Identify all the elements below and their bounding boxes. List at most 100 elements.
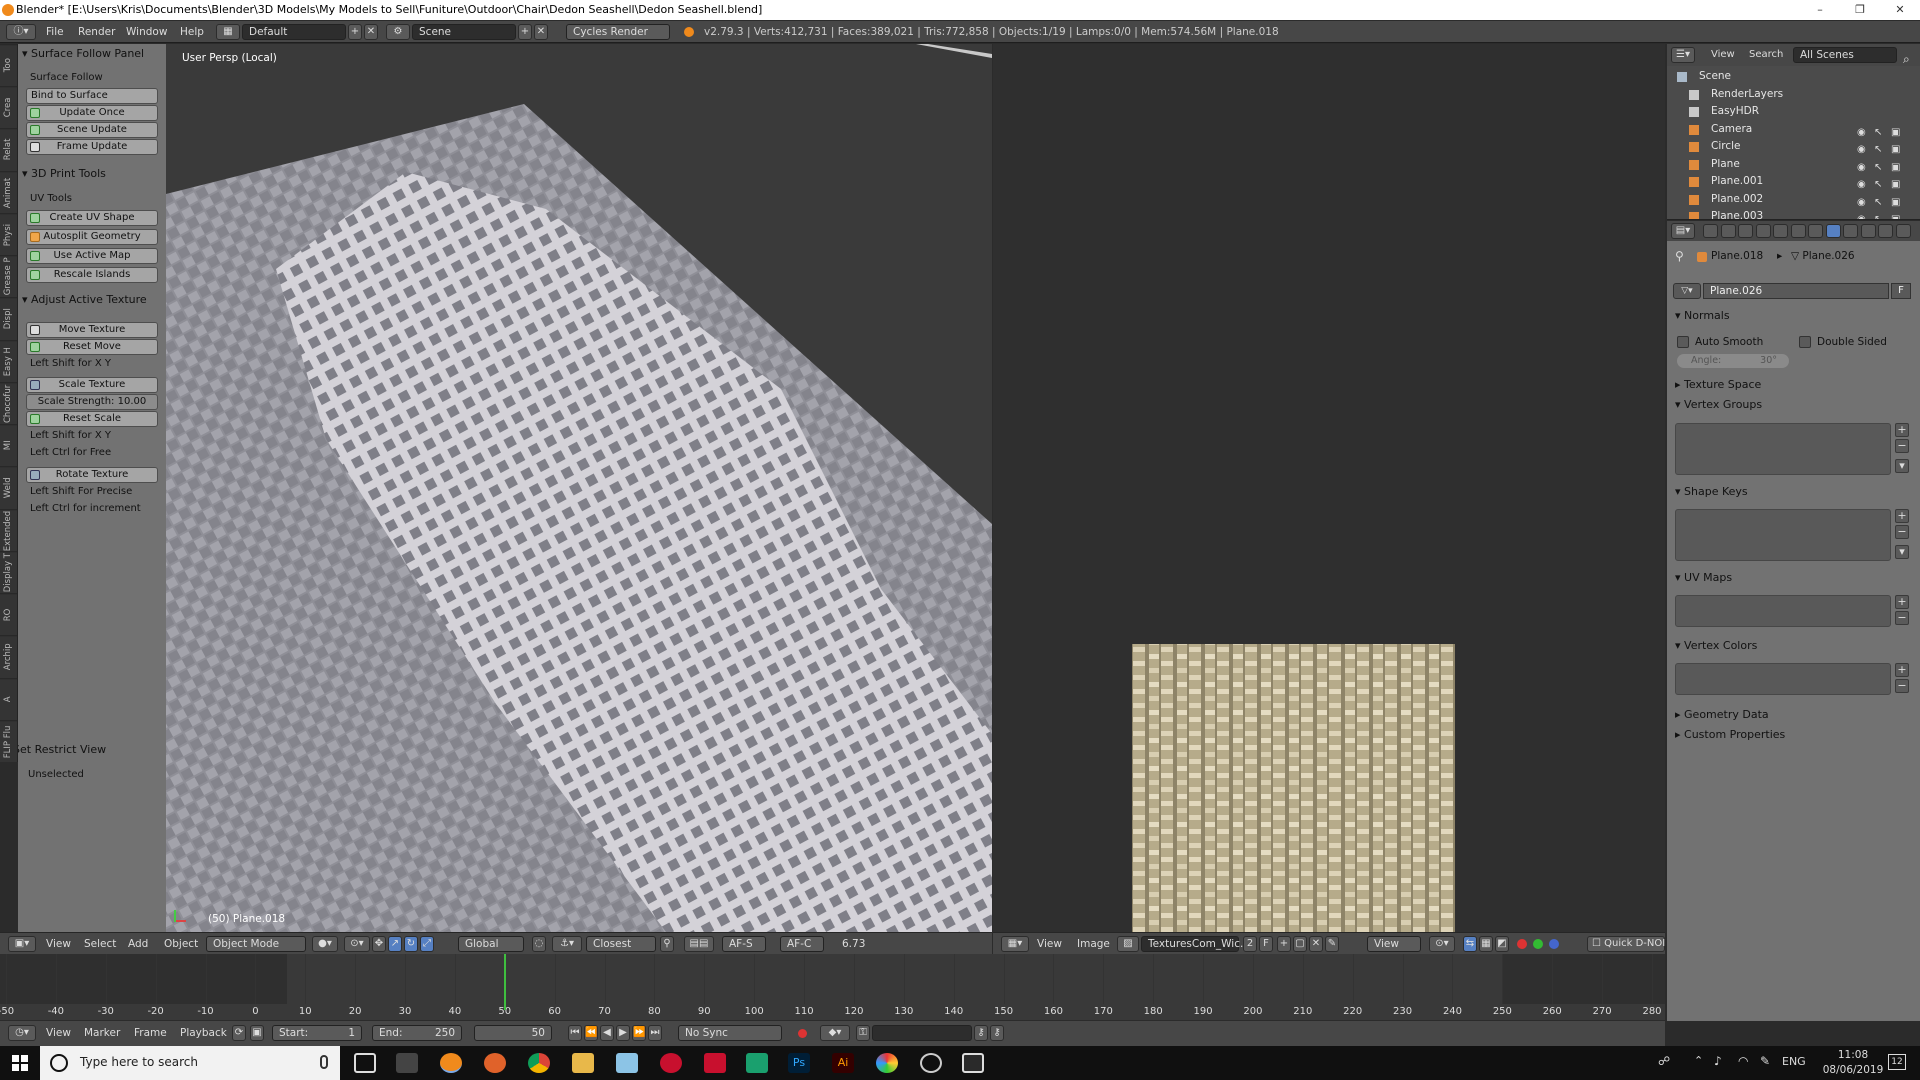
tab-display-t[interactable]: Display T [0,550,17,594]
pin-icon[interactable]: ⚲ [1675,249,1684,263]
use-active-map-button[interactable]: Use Active Map [26,248,158,264]
remove-shape-key-icon[interactable]: − [1895,525,1909,539]
tab-crea[interactable]: Crea [0,86,17,129]
add-shape-key-icon[interactable]: + [1895,509,1909,523]
shape-keys-list[interactable] [1675,509,1891,561]
language-indicator[interactable]: ENG [1782,1055,1806,1068]
eye-icon[interactable]: ◉ [1857,211,1866,219]
remove-vertex-group-icon[interactable]: − [1895,439,1909,453]
play-store-icon[interactable] [746,1053,768,1073]
end-frame-field[interactable]: End: 250 [372,1025,462,1041]
editor-type-icon[interactable]: ▣▾ [8,936,36,952]
outliner-item-scene[interactable]: Scene [1667,68,1920,85]
tab-mi[interactable]: MI [0,424,17,467]
grid-icon[interactable]: ▦ [1479,936,1493,952]
volume-icon[interactable]: ♪ [1714,1054,1722,1068]
manipulator-icon[interactable]: ✥ [372,936,386,952]
prev-key-icon[interactable]: ⏪ [584,1025,598,1041]
af-s-button[interactable]: AF-S [722,936,766,952]
windows-start-icon[interactable] [12,1055,28,1071]
taskbar-search-box[interactable]: Type here to search [40,1046,340,1080]
lock-icon[interactable]: ▣ [250,1025,264,1041]
af-c-button[interactable]: AF-C [780,936,824,952]
clock-date[interactable]: 08/06/2019 [1820,1064,1886,1076]
jump-start-icon[interactable]: ⏮ [568,1025,582,1041]
vertex-colors-header[interactable]: ▾ Vertex Colors [1675,639,1757,653]
image-add-icon[interactable]: + [1277,936,1291,952]
outliner-item-plane-002[interactable]: Plane.002 ◉ ↖ ▣ [1667,191,1920,208]
move-texture-button[interactable]: Move Texture [26,322,158,338]
menu-playback[interactable]: Playback [180,1021,227,1046]
editor-type-icon[interactable]: ▤▾ [1671,223,1695,239]
vertex-groups-header[interactable]: ▾ Vertex Groups [1675,398,1762,412]
tab-animat[interactable]: Animat [0,170,17,213]
menu-file[interactable]: File [46,21,64,43]
material-tab-icon[interactable] [1843,224,1858,238]
angle-field[interactable]: Angle: 30° [1677,354,1789,368]
frame-update-button[interactable]: Frame Update [26,139,158,155]
record-icon[interactable] [798,1029,807,1038]
image-users-count[interactable]: 2 [1243,936,1257,952]
data-tab-icon[interactable] [1825,224,1841,238]
outliner-item-plane-003[interactable]: Plane.003 ◉ ↖ ▣ [1667,208,1920,219]
scene-icon[interactable]: ⚙ [386,24,410,40]
restrict-view-header[interactable]: ▾ Set Restrict View [18,742,106,758]
keying-set-icon[interactable]: ◆▾ [820,1025,850,1041]
color-app-icon[interactable] [876,1053,898,1073]
tab-too[interactable]: Too [0,44,17,87]
tab-relat[interactable]: Relat [0,128,17,171]
outliner-item-renderlayers[interactable]: RenderLayers [1667,86,1920,103]
blue-channel-icon[interactable] [1549,939,1559,949]
pen-icon[interactable]: ✎ [1760,1054,1770,1068]
menu-search[interactable]: Search [1749,44,1783,66]
next-key-icon[interactable]: ⏩ [632,1025,646,1041]
snap-element-icon[interactable]: ⚓▾ [552,936,582,952]
print3d-header[interactable]: ▾ 3D Print Tools [22,166,106,182]
outliner-item-plane[interactable]: Plane ◉ ↖ ▣ [1667,156,1920,173]
menu-add[interactable]: Add [128,933,148,954]
tab-archip[interactable]: Archip [0,635,17,678]
menu-render[interactable]: Render [78,21,115,43]
render-layers-tab-icon[interactable] [1720,224,1736,238]
tab-physi[interactable]: Physi [0,212,17,256]
image-browse-icon[interactable]: ▨ [1117,936,1139,952]
constraints-tab-icon[interactable] [1790,224,1806,238]
editor-type-icon[interactable]: ▦▾ [1001,936,1029,952]
tab-easy-h[interactable]: Easy H [0,339,17,382]
rotate-texture-button[interactable]: Rotate Texture [26,467,158,483]
outliner-item-plane-001[interactable]: Plane.001 ◉ ↖ ▣ [1667,173,1920,190]
layers-icon[interactable]: ◌ [532,936,546,952]
orientation-select[interactable]: Global [458,936,524,952]
scene-remove-icon[interactable]: ✕ [534,24,548,40]
breadcrumb-object[interactable]: Plane.018 [1711,250,1763,262]
menu-marker[interactable]: Marker [84,1021,120,1046]
editor-type-icon[interactable]: ☰▾ [1671,47,1695,63]
current-frame-field[interactable]: 50 [474,1025,552,1041]
microphone-icon[interactable] [320,1055,328,1069]
blender-app-icon[interactable] [440,1053,462,1073]
mesh-name-field[interactable]: Plane.026 [1703,283,1889,299]
tab-extended[interactable]: Extended [0,508,17,551]
green-channel-icon[interactable] [1533,939,1543,949]
menu-object[interactable]: Object [164,933,198,954]
close-button[interactable]: ✕ [1880,0,1920,20]
chrome-icon[interactable] [528,1053,550,1073]
add-vertex-group-icon[interactable]: + [1895,423,1909,437]
scene-tab-icon[interactable] [1738,224,1753,238]
tray-chevron-icon[interactable]: ⌃ [1694,1054,1703,1067]
texture-tab-icon[interactable] [1860,224,1876,238]
app-icon-4[interactable] [920,1053,942,1073]
tab-grease-p[interactable]: Grease P [0,255,17,298]
vertex-groups-list[interactable] [1675,423,1891,475]
add-vertex-color-icon[interactable]: + [1895,663,1909,677]
tab-chocofur-model-m[interactable]: Chocofur Model M [0,381,17,425]
blender-alt-icon[interactable] [484,1053,506,1073]
fake-user-button[interactable]: F [1259,936,1273,952]
minimize-button[interactable]: – [1800,0,1840,20]
photos-icon[interactable] [962,1053,984,1073]
view-mode-select[interactable]: View [1367,936,1421,952]
render-icon[interactable]: ▤▤ [684,936,714,952]
double-sided-checkbox[interactable] [1799,336,1811,348]
menu-view[interactable]: View [1711,44,1735,66]
play-icon[interactable]: ▶ [616,1025,630,1041]
